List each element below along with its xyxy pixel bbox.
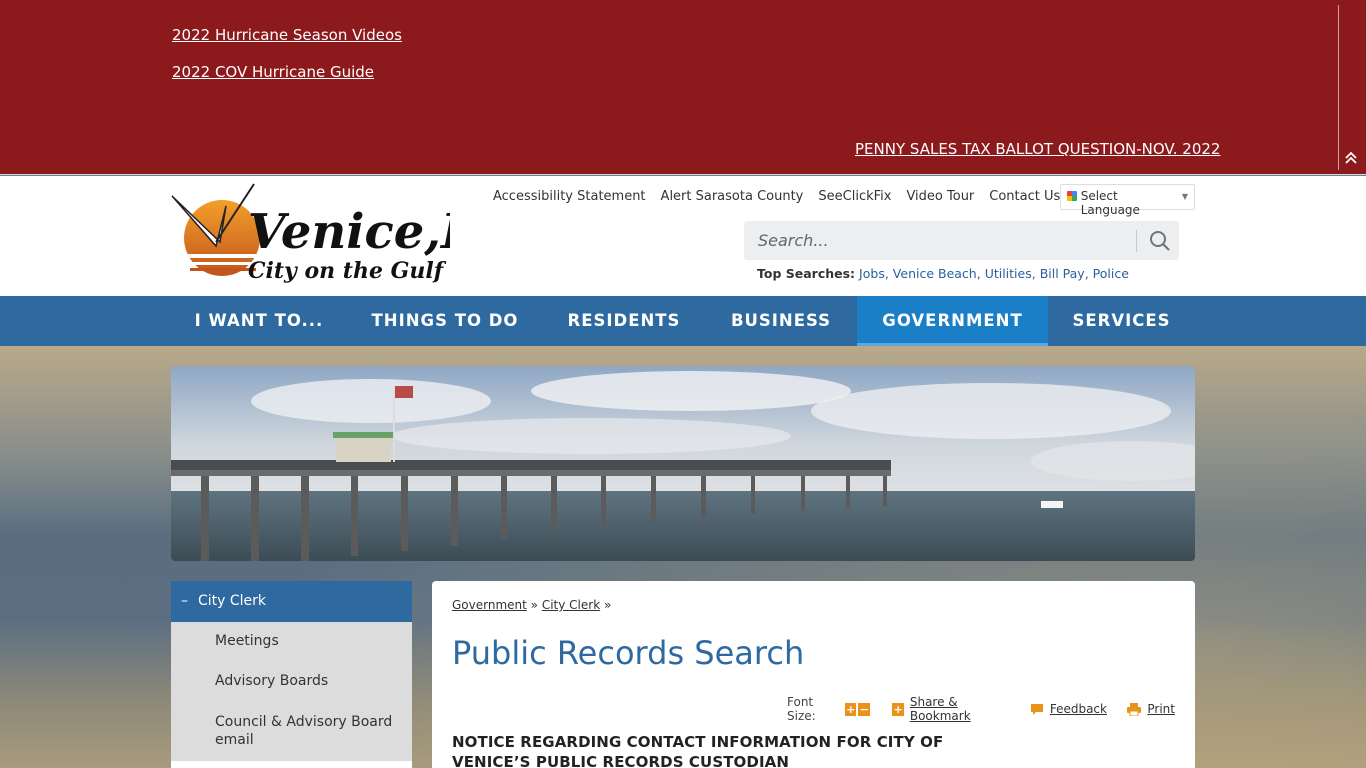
breadcrumb-separator: » (603, 598, 612, 612)
sidebar-heading-city-clerk[interactable]: – City Clerk (171, 581, 412, 622)
search-icon[interactable] (1149, 230, 1171, 252)
alert-banner: 2022 Hurricane Season Videos 2022 COV Hu… (0, 0, 1366, 175)
nav-services[interactable]: SERVICES (1048, 296, 1195, 346)
language-select-label: Select Language (1080, 189, 1140, 217)
alert-link-hurricane-videos[interactable]: 2022 Hurricane Season Videos (172, 26, 402, 44)
google-translate-icon (1067, 191, 1077, 201)
sidebar-item-council-email[interactable]: Council & Advisory Board email (171, 713, 412, 749)
sidebar-heading-label: City Clerk (198, 593, 267, 609)
top-search-bill-pay[interactable]: Bill Pay, (1040, 266, 1089, 281)
hero-pier-image (171, 366, 1195, 561)
sidebar-item-advisory-boards[interactable]: Advisory Boards (171, 673, 328, 689)
page-title: Public Records Search (452, 634, 805, 672)
collapse-minus-icon: – (181, 593, 188, 609)
top-search-police[interactable]: Police (1093, 266, 1129, 281)
print-icon (1127, 702, 1142, 716)
feedback-icon (1030, 703, 1044, 716)
top-search-utilities[interactable]: Utilities, (985, 266, 1036, 281)
nav-residents[interactable]: RESIDENTS (543, 296, 705, 346)
font-size-label: Font Size: (787, 695, 816, 723)
font-decrease-icon[interactable]: − (858, 702, 870, 716)
sidebar-next-item (171, 761, 412, 768)
alert-link-penny-sales-tax[interactable]: PENNY SALES TAX BALLOT QUESTION-NOV. 202… (855, 140, 1220, 158)
page-tools: Font Size: + − + Share & Bookmark Feedba… (787, 695, 1175, 723)
venice-logo[interactable]: Venice,FL City on the Gulf (170, 182, 509, 286)
utility-link-seeclickfix[interactable]: SeeClickFix (818, 189, 891, 204)
utility-link-accessibility[interactable]: Accessibility Statement (493, 189, 646, 204)
chevron-up-double-icon[interactable] (1343, 151, 1359, 169)
breadcrumb-government[interactable]: Government (452, 598, 527, 612)
caret-down-icon: ▼ (1181, 192, 1188, 201)
breadcrumb-separator: » (530, 598, 539, 612)
nav-business[interactable]: BUSINESS (705, 296, 857, 346)
feedback-link[interactable]: Feedback (1050, 702, 1107, 716)
main-content: Government » City Clerk » Public Records… (432, 581, 1195, 768)
search-separator (1136, 230, 1137, 252)
nav-things-to-do[interactable]: THINGS TO DO (347, 296, 543, 346)
font-increase-icon[interactable]: + (844, 702, 857, 716)
sidebar-item-label: Council & Advisory Board email (215, 714, 393, 748)
utility-link-alert-sarasota[interactable]: Alert Sarasota County (661, 189, 804, 204)
notice-heading: NOTICE REGARDING CONTACT INFORMATION FOR… (452, 733, 944, 768)
utility-link-contact-us[interactable]: Contact Us (989, 189, 1060, 204)
search-input[interactable] (744, 221, 1134, 260)
site-header: Venice,FL City on the Gulf Accessibility… (0, 176, 1366, 296)
search-bar (744, 221, 1179, 260)
top-search-jobs[interactable]: Jobs, (859, 266, 889, 281)
language-select[interactable]: Select Language ▼ (1060, 184, 1195, 217)
nav-government[interactable]: GOVERNMENT (857, 296, 1048, 346)
share-bookmark-link[interactable]: Share & Bookmark (910, 695, 1010, 723)
share-plus-icon: + (892, 702, 904, 716)
print-link[interactable]: Print (1147, 702, 1175, 716)
top-search-venice-beach[interactable]: Venice Beach, (893, 266, 981, 281)
utility-link-video-tour[interactable]: Video Tour (906, 189, 974, 204)
logo-wordmark: Venice,FL (248, 204, 450, 260)
logo-tagline: City on the Gulf (248, 258, 447, 284)
main-nav: I WANT TO... THINGS TO DO RESIDENTS BUSI… (0, 296, 1366, 346)
breadcrumb: Government » City Clerk » (452, 598, 611, 612)
alert-divider (1338, 5, 1339, 170)
sidebar: – City Clerk Meetings Advisory Boards Cou… (171, 581, 412, 768)
breadcrumb-city-clerk[interactable]: City Clerk (542, 598, 600, 612)
top-searches-label: Top Searches: (757, 266, 856, 281)
alert-link-hurricane-guide[interactable]: 2022 COV Hurricane Guide (172, 63, 374, 81)
sidebar-item-meetings[interactable]: Meetings (171, 633, 279, 649)
nav-i-want-to[interactable]: I WANT TO... (171, 296, 347, 346)
utility-nav: Accessibility Statement Alert Sarasota C… (493, 189, 1060, 204)
top-searches: Top Searches: Jobs, Venice Beach, Utilit… (757, 266, 1129, 281)
